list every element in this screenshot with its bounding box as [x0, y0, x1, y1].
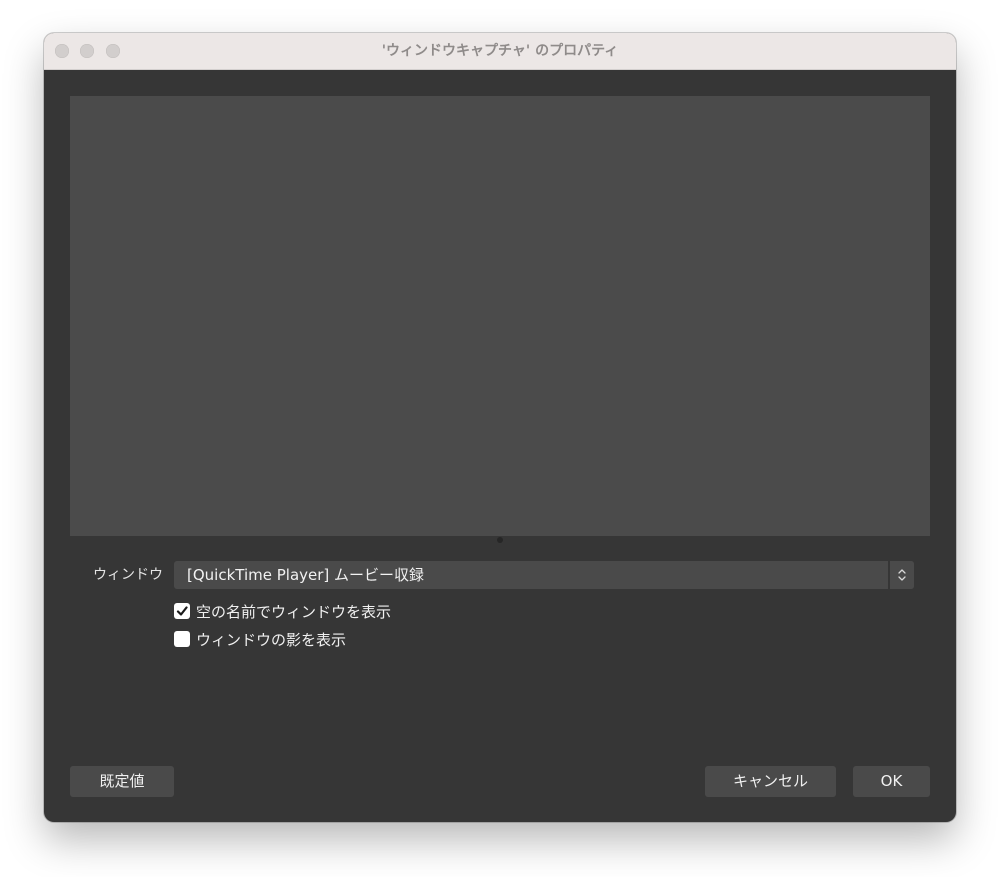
- show-window-shadow-option[interactable]: ウィンドウの影を表示: [174, 628, 346, 650]
- checkmark-icon: [176, 606, 188, 616]
- chevron-up-down-icon: [898, 569, 906, 581]
- show-empty-names-option[interactable]: 空の名前でウィンドウを表示: [174, 600, 391, 622]
- window-select-value: [QuickTime Player] ムービー収録: [187, 566, 425, 584]
- properties-dialog: 'ウィンドウキャプチャ' のプロパティ ウィンドウ [QuickTime Pla…: [44, 33, 956, 822]
- window-field-label: ウィンドウ: [93, 567, 163, 583]
- defaults-button[interactable]: 既定値: [70, 766, 174, 797]
- source-preview: [70, 96, 930, 536]
- show-window-shadow-checkbox[interactable]: [174, 631, 190, 647]
- window-title: 'ウィンドウキャプチャ' のプロパティ: [381, 43, 619, 59]
- ok-button[interactable]: OK: [853, 766, 930, 797]
- splitter-handle[interactable]: [497, 537, 503, 543]
- show-window-shadow-label: ウィンドウの影を表示: [196, 630, 347, 649]
- cancel-button[interactable]: キャンセル: [705, 766, 836, 797]
- window-select[interactable]: [QuickTime Player] ムービー収録: [174, 561, 914, 589]
- show-empty-names-label: 空の名前でウィンドウを表示: [196, 602, 392, 621]
- show-empty-names-checkbox[interactable]: [174, 603, 190, 619]
- title-bar: 'ウィンドウキャプチャ' のプロパティ: [44, 33, 956, 70]
- select-stepper[interactable]: [888, 561, 914, 589]
